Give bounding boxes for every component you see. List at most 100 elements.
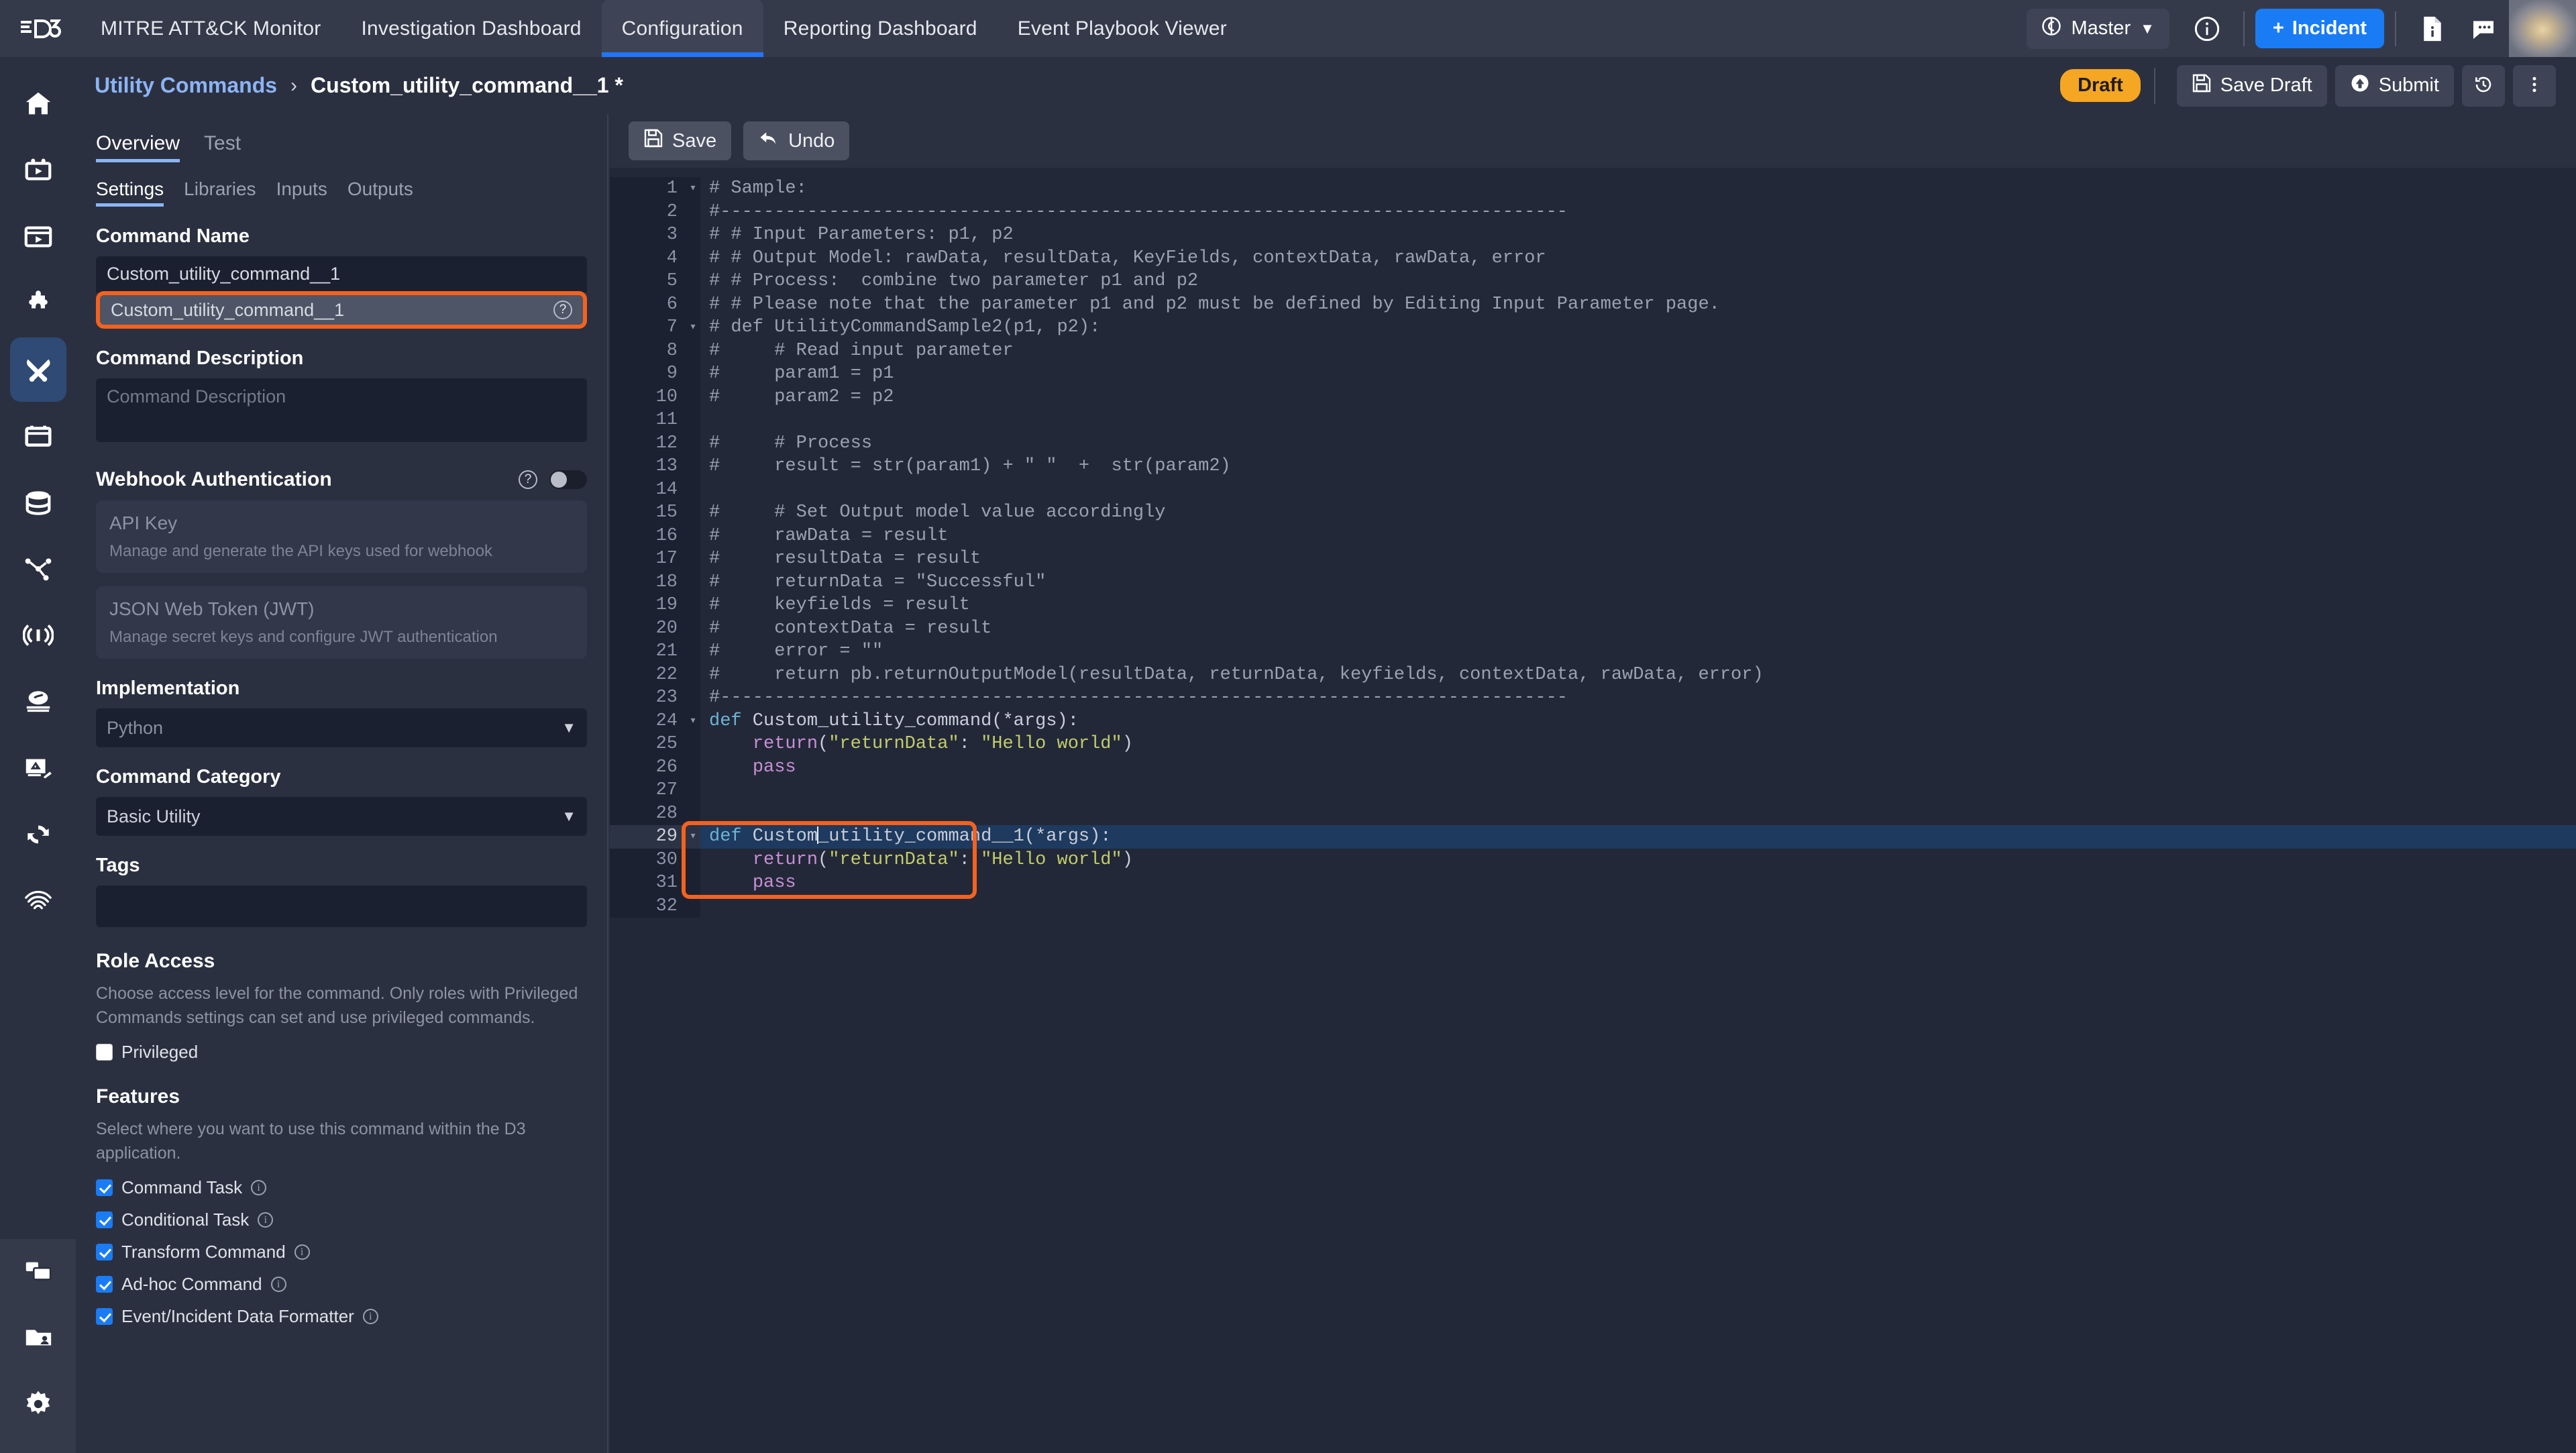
code-line[interactable]: 16# rawData = result [610,525,2576,548]
fold-toggle-icon[interactable] [686,895,700,918]
fold-toggle-icon[interactable] [686,386,700,409]
code-lines[interactable]: 1▾# Sample:2#---------------------------… [610,177,2576,918]
code-line[interactable]: 7▾# def UtilityCommandSample2(p1, p2): [610,316,2576,339]
fold-toggle-icon[interactable] [686,594,700,617]
code-line[interactable]: 32 [610,895,2576,918]
command-name-suggestion-option[interactable]: Custom_utility_command__1 ? [96,291,587,329]
code-line[interactable]: 9# param1 = p1 [610,362,2576,386]
rail-item-share-nodes[interactable] [10,537,66,601]
fold-toggle-icon[interactable] [686,478,700,502]
fold-toggle-icon[interactable] [686,733,700,756]
rail-item-broadcast[interactable] [10,603,66,667]
rail-item-fingerprint[interactable] [10,869,66,933]
feature-transform-command-row[interactable]: Transform Command i [96,1242,587,1262]
fold-toggle-icon[interactable] [686,201,700,224]
feature-command-task-checkbox[interactable] [96,1179,113,1196]
fold-toggle-icon[interactable] [686,339,700,363]
fold-toggle-icon[interactable] [686,802,700,826]
branch-selector[interactable]: Master ▼ [2027,9,2169,49]
command-name-input[interactable]: Custom_utility_command__1 [96,256,587,292]
rail-item-playbook-monitor[interactable] [10,138,66,203]
add-incident-button[interactable]: + Incident [2255,9,2384,48]
command-description-input[interactable] [96,378,587,442]
rail-item-calendar[interactable] [10,404,66,468]
nav-tab-mitre-attck-monitor[interactable]: MITRE ATT&CK Monitor [80,0,341,57]
api-key-card[interactable]: API Key Manage and generate the API keys… [96,500,587,573]
fold-toggle-icon[interactable] [686,871,700,895]
rail-item-report-edit[interactable] [10,736,66,800]
code-line[interactable]: 24▾def Custom_utility_command(*args): [610,710,2576,733]
code-line[interactable]: 4# # Output Model: rawData, resultData, … [610,247,2576,270]
fold-toggle-icon[interactable]: ▾ [686,316,700,339]
rail-item-utility-commands[interactable] [10,337,66,402]
fold-toggle-icon[interactable] [686,409,700,432]
fold-toggle-icon[interactable] [686,849,700,872]
fold-toggle-icon[interactable]: ▾ [686,825,700,849]
code-line[interactable]: 14 [610,478,2576,502]
document-info-icon[interactable] [2411,7,2454,50]
more-options-button[interactable] [2513,65,2556,107]
code-line[interactable]: 6# # Please note that the parameter p1 a… [610,293,2576,317]
feature-conditional-task-row[interactable]: Conditional Task i [96,1209,587,1230]
fold-toggle-icon[interactable] [686,270,700,293]
rail-item-global-threat[interactable] [10,669,66,734]
fold-toggle-icon[interactable] [686,756,700,779]
code-content[interactable]: 1▾# Sample:2#---------------------------… [610,168,2576,1453]
jwt-card[interactable]: JSON Web Token (JWT) Manage secret keys … [96,586,587,659]
fold-toggle-icon[interactable] [686,640,700,663]
feature-adhoc-command-row[interactable]: Ad-hoc Command i [96,1274,587,1295]
fold-toggle-icon[interactable] [686,455,700,478]
breadcrumb-parent-link[interactable]: Utility Commands [95,73,277,98]
fold-toggle-icon[interactable] [686,617,700,641]
code-line[interactable]: 11 [610,409,2576,432]
tab-inputs[interactable]: Inputs [276,178,327,207]
privileged-checkbox[interactable] [96,1044,113,1061]
editor-undo-button[interactable]: Undo [743,121,849,160]
code-line[interactable]: 8# # Read input parameter [610,339,2576,363]
code-line[interactable]: 29▾def Custom_utility_command__1(*args): [610,825,2576,849]
save-draft-button[interactable]: Save Draft [2177,65,2327,107]
code-line[interactable]: 20# contextData = result [610,617,2576,641]
nav-tab-investigation-dashboard[interactable]: Investigation Dashboard [341,0,602,57]
code-line[interactable]: 5# # Process: combine two parameter p1 a… [610,270,2576,293]
nav-tab-event-playbook-viewer[interactable]: Event Playbook Viewer [998,0,1247,57]
d3-logo[interactable] [0,0,80,57]
tab-settings[interactable]: Settings [96,178,164,207]
fold-toggle-icon[interactable] [686,525,700,548]
fold-toggle-icon[interactable] [686,293,700,317]
code-line[interactable]: 13# result = str(param1) + " " + str(par… [610,455,2576,478]
privileged-checkbox-row[interactable]: Privileged [96,1042,587,1063]
fold-toggle-icon[interactable] [686,547,700,571]
feature-transform-command-checkbox[interactable] [96,1244,113,1260]
version-history-button[interactable] [2462,65,2505,107]
command-category-select[interactable]: Basic Utility ▼ [96,797,587,836]
code-line[interactable]: 12# # Process [610,432,2576,455]
fold-toggle-icon[interactable] [686,686,700,710]
rail-item-integrations[interactable] [10,271,66,335]
code-line[interactable]: 3# # Input Parameters: p1, p2 [610,223,2576,247]
code-line[interactable]: 31 pass [610,871,2576,895]
user-avatar[interactable] [2509,0,2576,57]
code-line[interactable]: 28 [610,802,2576,826]
fold-toggle-icon[interactable] [686,432,700,455]
code-line[interactable]: 26 pass [610,756,2576,779]
fold-toggle-icon[interactable] [686,779,700,802]
feature-command-task-row[interactable]: Command Task i [96,1177,587,1198]
code-line[interactable]: 18# returnData = "Successful" [610,571,2576,594]
help-question-icon[interactable]: ? [553,301,572,319]
feature-conditional-task-checkbox[interactable] [96,1212,113,1228]
fold-toggle-icon[interactable] [686,362,700,386]
tags-input[interactable] [96,885,587,927]
code-line[interactable]: 10# param2 = p2 [610,386,2576,409]
fold-toggle-icon[interactable] [686,663,700,687]
code-line[interactable]: 17# resultData = result [610,547,2576,571]
rail-item-sync[interactable] [10,802,66,867]
rail-item-database[interactable] [10,470,66,535]
tab-libraries[interactable]: Libraries [184,178,256,207]
fold-toggle-icon[interactable] [686,247,700,270]
feature-data-formatter-row[interactable]: Event/Incident Data Formatter i [96,1306,587,1327]
fold-toggle-icon[interactable]: ▾ [686,710,700,733]
code-line[interactable]: 25 return("returnData": "Hello world") [610,733,2576,756]
info-icon[interactable]: i [363,1309,378,1324]
code-line[interactable]: 19# keyfields = result [610,594,2576,617]
